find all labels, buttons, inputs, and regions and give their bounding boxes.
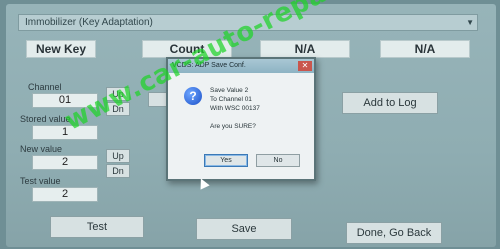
header-na-1: N/A bbox=[260, 40, 350, 58]
new-value-field[interactable]: 2 bbox=[32, 155, 98, 170]
dialog-line-3: With WSC 00137 bbox=[210, 105, 260, 112]
channel-up-button[interactable]: Up bbox=[106, 87, 130, 101]
dialog-line-1: Save Value 2 bbox=[210, 87, 249, 94]
header-new-key: New Key bbox=[26, 40, 96, 58]
dialog-line-2: To Channel 01 bbox=[210, 96, 252, 103]
new-value-label: New value bbox=[20, 144, 63, 154]
question-icon: ? bbox=[184, 87, 202, 105]
module-select[interactable]: Immobilizer (Key Adaptation) ▼ bbox=[18, 14, 478, 31]
channel-down-button[interactable]: Dn bbox=[106, 102, 130, 116]
test-value-field: 2 bbox=[32, 187, 98, 202]
dialog-title-bar: VCDS: ADP Save Conf. ✕ bbox=[168, 59, 314, 73]
done-go-back-button[interactable]: Done, Go Back bbox=[346, 222, 442, 244]
dialog-title: VCDS: ADP Save Conf. bbox=[172, 62, 246, 69]
channel-field[interactable]: 01 bbox=[32, 93, 98, 108]
add-to-log-button[interactable]: Add to Log bbox=[342, 92, 438, 114]
new-value-up-button[interactable]: Up bbox=[106, 149, 130, 163]
channel-label: Channel bbox=[28, 82, 62, 92]
header-count: Count bbox=[142, 40, 232, 58]
new-value-down-button[interactable]: Dn bbox=[106, 164, 130, 178]
test-button[interactable]: Test bbox=[50, 216, 144, 238]
close-icon[interactable]: ✕ bbox=[298, 61, 312, 71]
module-select-value: Immobilizer (Key Adaptation) bbox=[25, 17, 153, 28]
save-confirm-dialog: VCDS: ADP Save Conf. ✕ ? Save Value 2 To… bbox=[166, 57, 316, 181]
stored-value-field: 1 bbox=[32, 125, 98, 140]
dialog-question: Are you SURE? bbox=[210, 123, 256, 130]
header-na-2: N/A bbox=[380, 40, 470, 58]
test-value-label: Test value bbox=[20, 176, 61, 186]
stored-value-label: Stored value bbox=[20, 114, 71, 124]
yes-button[interactable]: Yes bbox=[204, 154, 248, 167]
save-button[interactable]: Save bbox=[196, 218, 292, 240]
dropdown-arrow-icon[interactable]: ▼ bbox=[466, 15, 474, 30]
no-button[interactable]: No bbox=[256, 154, 300, 167]
